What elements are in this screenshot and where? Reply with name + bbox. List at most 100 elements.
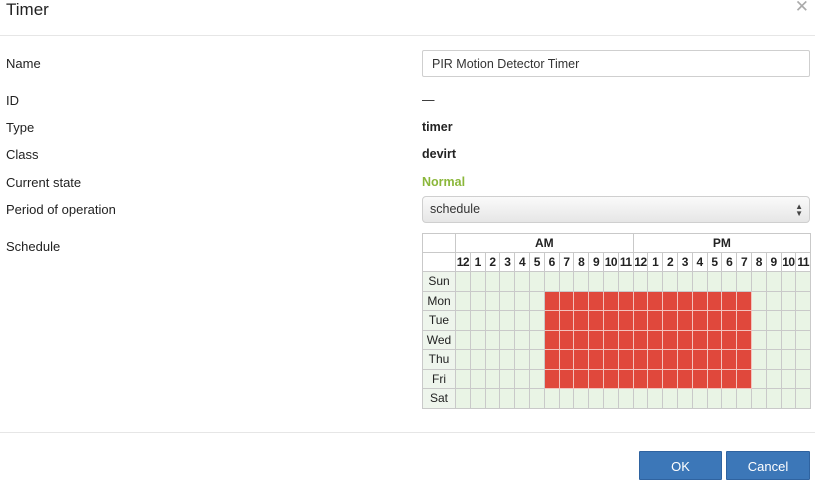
name-input[interactable] xyxy=(422,50,810,77)
schedule-cell[interactable] xyxy=(662,271,678,292)
schedule-cell[interactable] xyxy=(662,368,678,389)
schedule-cell[interactable] xyxy=(602,368,619,389)
schedule-cell[interactable] xyxy=(469,329,486,350)
schedule-cell[interactable] xyxy=(558,271,575,292)
schedule-cell[interactable] xyxy=(528,329,545,350)
schedule-cell[interactable] xyxy=(795,329,812,350)
schedule-cell[interactable] xyxy=(736,368,752,389)
schedule-cell[interactable] xyxy=(676,388,693,409)
schedule-cell[interactable] xyxy=(721,310,738,331)
schedule-cell[interactable] xyxy=(676,310,693,331)
schedule-cell[interactable] xyxy=(617,349,634,370)
schedule-cell[interactable] xyxy=(617,388,634,409)
schedule-cell[interactable] xyxy=(765,329,782,350)
schedule-cell[interactable] xyxy=(528,271,545,292)
schedule-cell[interactable] xyxy=(736,310,752,331)
schedule-cell[interactable] xyxy=(558,349,575,370)
schedule-cell[interactable] xyxy=(573,368,590,389)
schedule-cell[interactable] xyxy=(543,290,560,311)
schedule-cell[interactable] xyxy=(617,271,634,292)
schedule-cell[interactable] xyxy=(706,368,723,389)
schedule-cell[interactable] xyxy=(617,290,634,311)
schedule-cell[interactable] xyxy=(514,329,530,350)
schedule-cell[interactable] xyxy=(750,329,767,350)
schedule-cell[interactable] xyxy=(455,368,471,389)
schedule-cell[interactable] xyxy=(514,388,530,409)
schedule-cell[interactable] xyxy=(602,290,619,311)
schedule-cell[interactable] xyxy=(662,349,678,370)
schedule-cell[interactable] xyxy=(691,271,708,292)
schedule-cell[interactable] xyxy=(721,290,738,311)
schedule-cell[interactable] xyxy=(706,271,723,292)
schedule-cell[interactable] xyxy=(602,271,619,292)
schedule-cell[interactable] xyxy=(721,349,738,370)
schedule-cell[interactable] xyxy=(617,310,634,331)
schedule-cell[interactable] xyxy=(573,388,590,409)
schedule-cell[interactable] xyxy=(602,329,619,350)
schedule-cell[interactable] xyxy=(455,329,471,350)
schedule-cell[interactable] xyxy=(795,388,812,409)
schedule-cell[interactable] xyxy=(558,329,575,350)
schedule-cell[interactable] xyxy=(647,368,664,389)
schedule-cell[interactable] xyxy=(543,388,560,409)
schedule-cell[interactable] xyxy=(469,310,486,331)
schedule-cell[interactable] xyxy=(588,290,604,311)
schedule-cell[interactable] xyxy=(647,310,664,331)
schedule-cell[interactable] xyxy=(528,290,545,311)
schedule-cell[interactable] xyxy=(750,388,767,409)
schedule-cell[interactable] xyxy=(499,310,516,331)
schedule-cell[interactable] xyxy=(469,388,486,409)
schedule-cell[interactable] xyxy=(691,349,708,370)
schedule-cell[interactable] xyxy=(721,388,738,409)
schedule-cell[interactable] xyxy=(721,271,738,292)
schedule-cell[interactable] xyxy=(750,368,767,389)
schedule-cell[interactable] xyxy=(514,368,530,389)
schedule-cell[interactable] xyxy=(558,368,575,389)
schedule-cell[interactable] xyxy=(588,388,604,409)
schedule-cell[interactable] xyxy=(632,349,649,370)
schedule-cell[interactable] xyxy=(602,388,619,409)
schedule-cell[interactable] xyxy=(499,329,516,350)
schedule-cell[interactable] xyxy=(528,388,545,409)
schedule-cell[interactable] xyxy=(706,388,723,409)
schedule-cell[interactable] xyxy=(736,388,752,409)
schedule-cell[interactable] xyxy=(795,310,812,331)
cancel-button[interactable]: Cancel xyxy=(726,451,810,480)
schedule-cell[interactable] xyxy=(573,310,590,331)
schedule-cell[interactable] xyxy=(647,290,664,311)
schedule-cell[interactable] xyxy=(543,368,560,389)
schedule-cell[interactable] xyxy=(558,290,575,311)
schedule-cell[interactable] xyxy=(750,349,767,370)
schedule-cell[interactable] xyxy=(662,290,678,311)
schedule-cell[interactable] xyxy=(499,349,516,370)
schedule-cell[interactable] xyxy=(514,290,530,311)
schedule-cell[interactable] xyxy=(736,349,752,370)
schedule-cell[interactable] xyxy=(706,310,723,331)
schedule-cell[interactable] xyxy=(632,271,649,292)
schedule-cell[interactable] xyxy=(765,368,782,389)
ok-button[interactable]: OK xyxy=(639,451,722,480)
schedule-cell[interactable] xyxy=(750,310,767,331)
schedule-cell[interactable] xyxy=(455,271,471,292)
schedule-cell[interactable] xyxy=(736,290,752,311)
schedule-cell[interactable] xyxy=(573,271,590,292)
schedule-cell[interactable] xyxy=(543,329,560,350)
schedule-cell[interactable] xyxy=(484,368,501,389)
schedule-cell[interactable] xyxy=(528,310,545,331)
schedule-cell[interactable] xyxy=(691,310,708,331)
schedule-cell[interactable] xyxy=(543,310,560,331)
schedule-cell[interactable] xyxy=(573,290,590,311)
schedule-cell[interactable] xyxy=(484,349,501,370)
schedule-cell[interactable] xyxy=(469,368,486,389)
schedule-cell[interactable] xyxy=(647,349,664,370)
schedule-cell[interactable] xyxy=(558,388,575,409)
schedule-cell[interactable] xyxy=(795,271,812,292)
schedule-cell[interactable] xyxy=(780,388,797,409)
close-icon[interactable]: ✕ xyxy=(795,0,809,16)
schedule-cell[interactable] xyxy=(632,310,649,331)
schedule-cell[interactable] xyxy=(647,388,664,409)
schedule-cell[interactable] xyxy=(469,349,486,370)
schedule-cell[interactable] xyxy=(499,368,516,389)
schedule-cell[interactable] xyxy=(691,290,708,311)
schedule-cell[interactable] xyxy=(780,271,797,292)
